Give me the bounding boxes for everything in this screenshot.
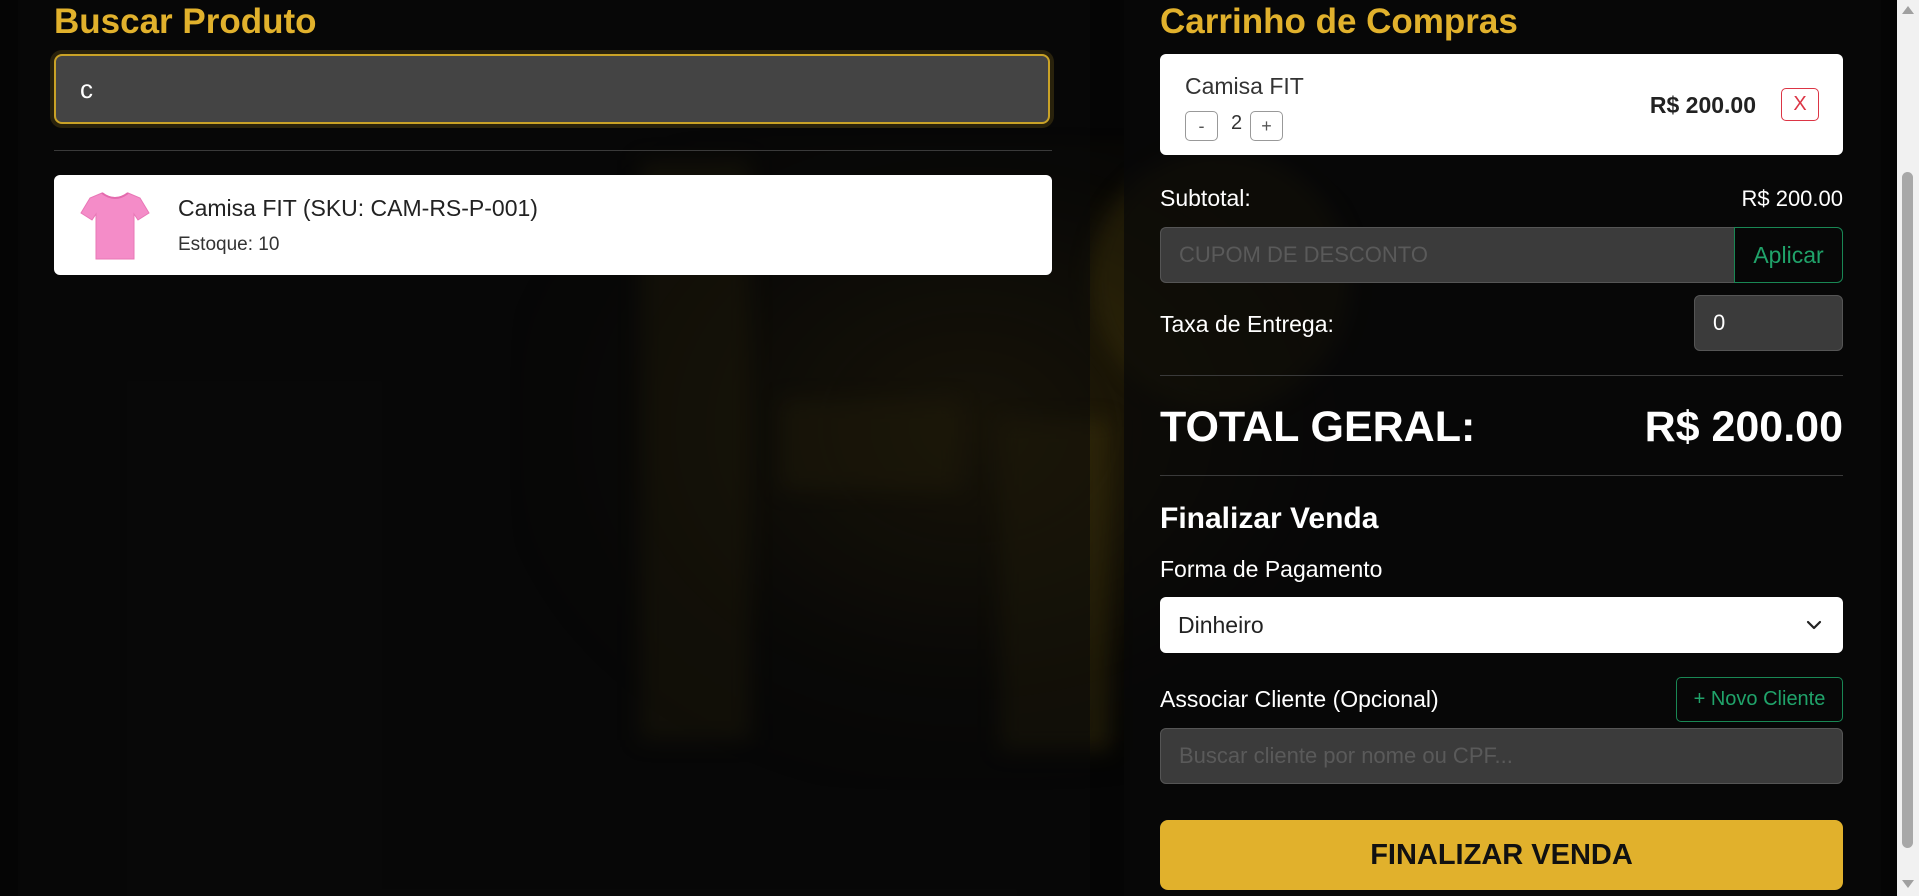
scroll-up-arrow-icon[interactable] xyxy=(1902,6,1914,14)
remove-item-button[interactable]: X xyxy=(1781,88,1819,121)
coupon-input[interactable] xyxy=(1160,227,1734,283)
increment-quantity-button[interactable]: + xyxy=(1250,111,1283,141)
client-label: Associar Cliente (Opcional) xyxy=(1160,686,1439,712)
chevron-down-icon xyxy=(1806,620,1822,630)
payment-method-value: Dinheiro xyxy=(1178,612,1264,638)
total-label: TOTAL GERAL: xyxy=(1160,403,1476,451)
finalize-sale-button[interactable]: FINALIZAR VENDA xyxy=(1160,820,1843,890)
subtotal-label: Subtotal: xyxy=(1160,185,1251,211)
product-result-card[interactable]: Camisa FIT (SKU: CAM-RS-P-001) Estoque: … xyxy=(54,175,1052,275)
apply-coupon-button[interactable]: Aplicar xyxy=(1734,227,1843,283)
product-stock: Estoque: 10 xyxy=(178,234,280,255)
subtotal-value: R$ 200.00 xyxy=(1741,186,1843,211)
cart-heading: Carrinho de Compras xyxy=(1160,2,1518,41)
cart-item-price: R$ 200.00 xyxy=(1649,92,1756,118)
client-search-input[interactable] xyxy=(1160,728,1843,784)
payment-method-select[interactable]: Dinheiro xyxy=(1160,597,1843,653)
search-divider xyxy=(54,150,1052,151)
product-name: Camisa FIT (SKU: CAM-RS-P-001) xyxy=(178,195,538,221)
page-scrollbar[interactable] xyxy=(1897,0,1919,896)
checkout-title: Finalizar Venda xyxy=(1160,502,1379,535)
scrollbar-thumb[interactable] xyxy=(1902,172,1913,848)
delivery-fee-label: Taxa de Entrega: xyxy=(1160,311,1334,337)
total-divider-bottom xyxy=(1160,475,1843,476)
delivery-fee-input[interactable] xyxy=(1694,295,1843,351)
product-search-panel xyxy=(18,0,1090,896)
decrement-quantity-button[interactable]: - xyxy=(1185,111,1218,141)
total-value: R$ 200.00 xyxy=(1644,403,1843,451)
product-search-input[interactable] xyxy=(54,54,1050,124)
pink-tshirt-icon xyxy=(80,192,150,260)
cart-item: Camisa FIT - 2 + R$ 200.00 X xyxy=(1160,54,1843,155)
cart-item-name: Camisa FIT xyxy=(1185,73,1304,99)
search-heading: Buscar Produto xyxy=(54,2,317,41)
cart-item-quantity: 2 xyxy=(1231,112,1243,134)
payment-method-label: Forma de Pagamento xyxy=(1160,556,1383,582)
scroll-down-arrow-icon[interactable] xyxy=(1902,880,1914,888)
new-client-button[interactable]: + Novo Cliente xyxy=(1676,677,1843,722)
total-divider-top xyxy=(1160,375,1843,376)
